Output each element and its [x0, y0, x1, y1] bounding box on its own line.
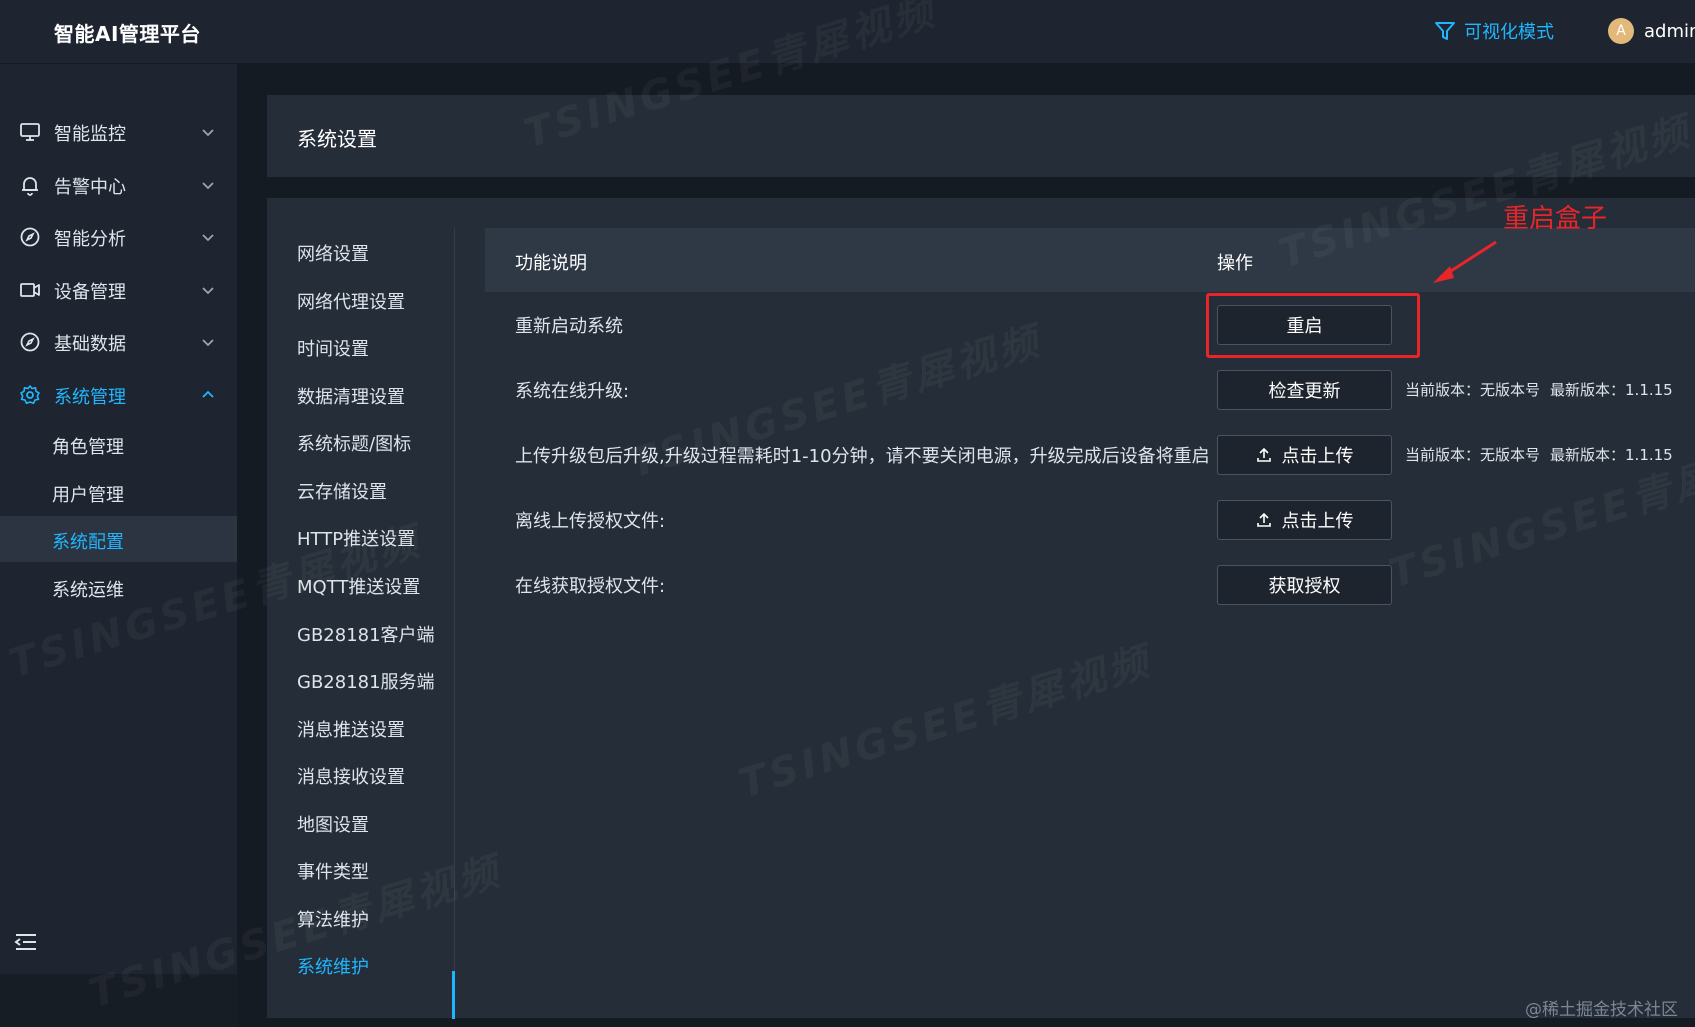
- visual-mode-label: 可视化模式: [1464, 22, 1554, 43]
- sidebar-subitem-users[interactable]: 用户管理: [0, 469, 237, 515]
- sidebar-item-label: 告警中心: [54, 177, 126, 198]
- row-description: 系统在线升级:: [515, 381, 630, 402]
- settings-menu-item[interactable]: 地图设置: [297, 811, 369, 837]
- credit-text: @稀土掘金技术社区: [1525, 1000, 1678, 1020]
- settings-menu-item[interactable]: MQTT推送设置: [297, 573, 420, 599]
- row-description: 上传升级包后升级,升级过程需耗时1-10分钟，请不要关闭电源，升级完成后设备将重…: [515, 446, 1210, 467]
- latest-version: 最新版本：1.1.15: [1550, 381, 1673, 399]
- chevron-down-icon: [202, 234, 214, 242]
- collapse-menu-icon[interactable]: [12, 928, 40, 956]
- page-header-card: 系统设置: [267, 95, 1695, 177]
- settings-menu-item[interactable]: 事件类型: [297, 858, 369, 884]
- check-update-button[interactable]: 检查更新: [1217, 370, 1392, 410]
- sidebar-subitem-system-config[interactable]: 系统配置: [0, 516, 237, 562]
- sidebar-subitem-roles[interactable]: 角色管理: [0, 421, 237, 467]
- sidebar-item-alarm-center[interactable]: 告警中心: [0, 162, 237, 208]
- annotation-highlight-box: [1206, 293, 1420, 358]
- current-version: 当前版本：无版本号: [1405, 446, 1541, 464]
- camera-icon: [20, 283, 40, 297]
- settings-menu-item[interactable]: GB28181服务端: [297, 668, 435, 694]
- sidebar-item-basic-data[interactable]: 基础数据: [0, 319, 237, 365]
- bell-icon: [22, 177, 38, 196]
- row-description: 在线获取授权文件:: [515, 576, 666, 597]
- settings-menu-item[interactable]: 网络代理设置: [297, 288, 405, 314]
- header-operation: 操作: [1217, 253, 1253, 274]
- settings-menu-item[interactable]: 网络设置: [297, 240, 369, 266]
- chevron-down-icon: [202, 129, 214, 137]
- chevron-down-icon: [202, 182, 214, 190]
- settings-menu-item[interactable]: 云存储设置: [297, 478, 387, 504]
- maintenance-table: 功能说明 操作 重新启动系统 重启 系统在线升级: 检查更新 当前版本：无版本号…: [485, 228, 1695, 617]
- menu-active-indicator: [452, 971, 455, 1019]
- gear-icon: [20, 385, 40, 405]
- chevron-down-icon: [202, 339, 214, 347]
- settings-menu-item[interactable]: 消息推送设置: [297, 716, 405, 742]
- version-info: 当前版本：无版本号 最新版本：1.1.15: [1405, 379, 1673, 400]
- table-header: 功能说明 操作: [485, 228, 1695, 292]
- app-title: 智能AI管理平台: [54, 22, 201, 46]
- get-license-button[interactable]: 获取授权: [1217, 565, 1392, 605]
- settings-menu-item-system-maintenance[interactable]: 系统维护: [297, 953, 369, 979]
- top-header: 智能AI管理平台 可视化模式 A admin: [0, 0, 1695, 64]
- filter-icon: [1435, 22, 1455, 40]
- upload-icon: [1256, 447, 1271, 462]
- table-row: 离线上传授权文件: 点击上传: [485, 487, 1695, 552]
- chevron-up-icon: [202, 390, 214, 398]
- sidebar-item-smart-monitor[interactable]: 智能监控: [0, 109, 237, 155]
- sidebar-item-smart-analysis[interactable]: 智能分析: [0, 214, 237, 260]
- settings-menu-item[interactable]: HTTP推送设置: [297, 525, 415, 551]
- row-description: 重新启动系统: [515, 316, 623, 337]
- subitem-label: 系统运维: [52, 580, 124, 601]
- subitem-label: 用户管理: [52, 485, 124, 506]
- settings-menu-item[interactable]: 消息接收设置: [297, 763, 405, 789]
- sidebar: 智能监控 告警中心 智能分析 设备管理 基础数据 系统管理 角色管理 用户管理 …: [0, 64, 237, 1027]
- button-label: 点击上传: [1281, 511, 1354, 532]
- latest-version: 最新版本：1.1.15: [1550, 446, 1673, 464]
- upload-upgrade-button[interactable]: 点击上传: [1217, 435, 1392, 475]
- settings-menu: 网络设置 网络代理设置 时间设置 数据清理设置 系统标题/图标 云存储设置 HT…: [267, 228, 455, 1019]
- table-row: 上传升级包后升级,升级过程需耗时1-10分钟，请不要关闭电源，升级完成后设备将重…: [485, 422, 1695, 487]
- subitem-label: 系统配置: [52, 532, 124, 553]
- settings-menu-item[interactable]: 数据清理设置: [297, 383, 405, 409]
- user-menu[interactable]: A admin: [1608, 18, 1695, 44]
- page-title: 系统设置: [297, 127, 377, 151]
- header-description: 功能说明: [515, 253, 587, 274]
- compass-icon: [20, 227, 40, 247]
- annotation-arrow-icon: [1433, 240, 1497, 283]
- settings-menu-item[interactable]: 算法维护: [297, 906, 369, 932]
- compass-icon: [20, 332, 40, 352]
- sidebar-item-system-management[interactable]: 系统管理: [0, 372, 237, 418]
- visual-mode-button[interactable]: 可视化模式: [1434, 18, 1554, 44]
- avatar: A: [1608, 18, 1634, 44]
- upload-icon: [1256, 512, 1271, 527]
- sidebar-subitem-system-ops[interactable]: 系统运维: [0, 564, 237, 610]
- user-name: admin: [1644, 20, 1695, 42]
- table-row: 在线获取授权文件: 获取授权: [485, 552, 1695, 617]
- sidebar-footer: [0, 974, 237, 1027]
- monitor-icon: [20, 123, 40, 141]
- table-row: 系统在线升级: 检查更新 当前版本：无版本号 最新版本：1.1.15: [485, 357, 1695, 422]
- sidebar-item-label: 基础数据: [54, 334, 126, 355]
- sidebar-item-label: 系统管理: [54, 387, 126, 408]
- row-description: 离线上传授权文件:: [515, 511, 666, 532]
- settings-menu-item[interactable]: 时间设置: [297, 335, 369, 361]
- table-row: 重新启动系统 重启: [485, 292, 1695, 357]
- chevron-down-icon: [202, 287, 214, 295]
- settings-menu-item[interactable]: GB28181客户端: [297, 621, 435, 647]
- button-label: 点击上传: [1281, 446, 1354, 467]
- sidebar-item-device-management[interactable]: 设备管理: [0, 267, 237, 313]
- settings-content-card: 网络设置 网络代理设置 时间设置 数据清理设置 系统标题/图标 云存储设置 HT…: [267, 198, 1695, 1019]
- sidebar-item-label: 智能分析: [54, 229, 126, 250]
- sidebar-item-label: 设备管理: [54, 282, 126, 303]
- current-version: 当前版本：无版本号: [1405, 381, 1541, 399]
- annotation-label: 重启盒子: [1503, 204, 1608, 234]
- button-label: 获取授权: [1268, 576, 1341, 597]
- version-info: 当前版本：无版本号 最新版本：1.1.15: [1405, 444, 1673, 465]
- sidebar-item-label: 智能监控: [54, 124, 126, 145]
- upload-license-button[interactable]: 点击上传: [1217, 500, 1392, 540]
- button-label: 检查更新: [1268, 381, 1341, 402]
- settings-menu-item[interactable]: 系统标题/图标: [297, 430, 411, 456]
- subitem-label: 角色管理: [52, 437, 124, 458]
